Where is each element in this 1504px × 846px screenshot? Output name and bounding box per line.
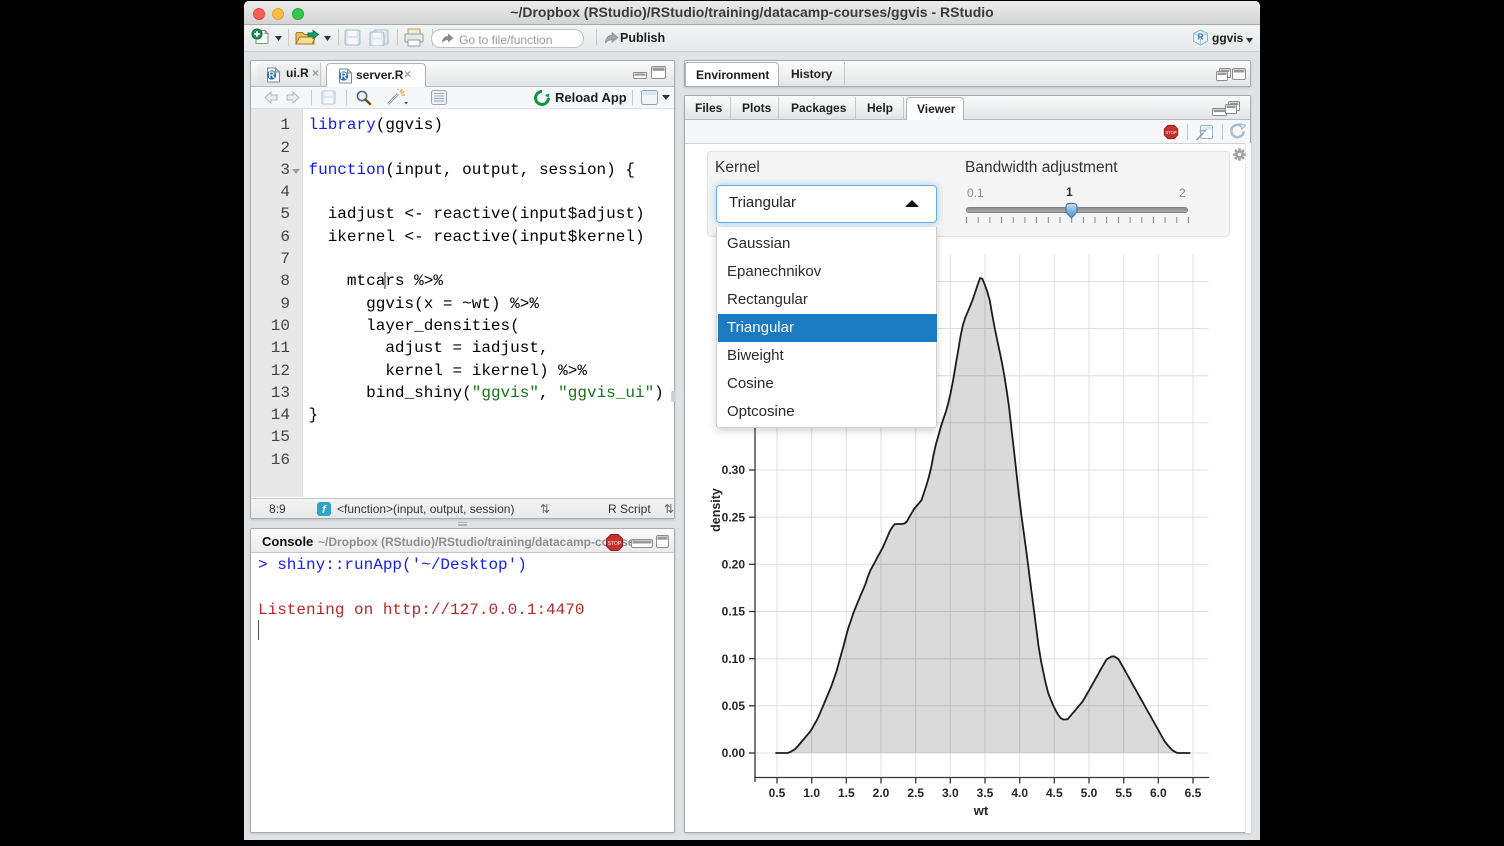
svg-text:0.5: 0.5	[769, 786, 786, 800]
svg-text:5.5: 5.5	[1115, 786, 1132, 800]
svg-text:4.5: 4.5	[1046, 786, 1063, 800]
svg-text:0.15: 0.15	[722, 605, 746, 619]
svg-text:R: R	[268, 70, 275, 80]
svg-text:4.0: 4.0	[1011, 786, 1028, 800]
svg-text:1.5: 1.5	[838, 786, 855, 800]
svg-text:density: density	[709, 488, 723, 532]
svg-text:0.25: 0.25	[722, 510, 746, 524]
svg-text:0.20: 0.20	[722, 558, 746, 572]
svg-text:R: R	[1198, 33, 1204, 42]
svg-text:3.5: 3.5	[977, 786, 994, 800]
svg-text:5.0: 5.0	[1081, 786, 1098, 800]
svg-text:R: R	[340, 71, 347, 81]
svg-text:STOP: STOP	[1165, 130, 1177, 135]
svg-text:3.0: 3.0	[942, 786, 959, 800]
svg-text:1.0: 1.0	[803, 786, 820, 800]
svg-text:6.0: 6.0	[1150, 786, 1167, 800]
svg-text:0.10: 0.10	[722, 652, 746, 666]
svg-text:STOP: STOP	[608, 541, 622, 547]
svg-text:0.30: 0.30	[722, 463, 746, 477]
svg-text:0.05: 0.05	[722, 699, 746, 713]
svg-text:0.00: 0.00	[722, 746, 746, 760]
svg-text:2.5: 2.5	[907, 786, 924, 800]
svg-text:6.5: 6.5	[1185, 786, 1202, 800]
svg-text:wt: wt	[973, 803, 989, 818]
svg-text:2.0: 2.0	[873, 786, 890, 800]
